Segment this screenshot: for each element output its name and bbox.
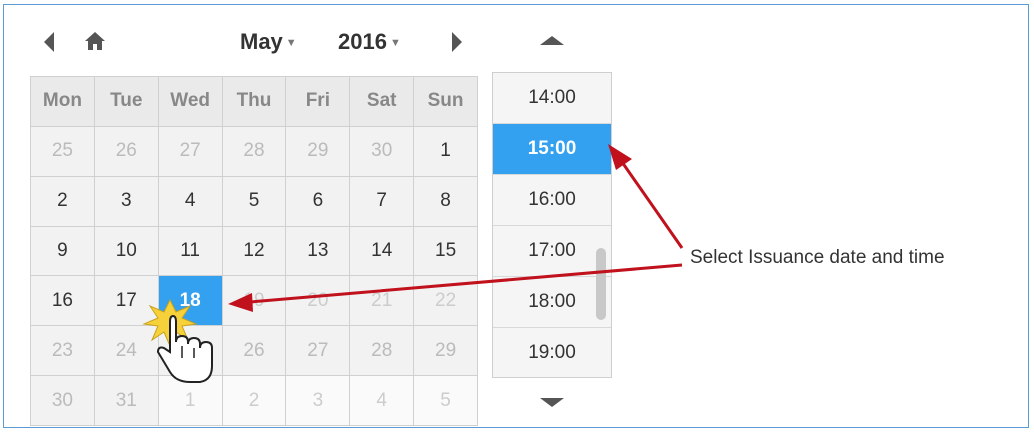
day-cell[interactable]: 25: [158, 326, 223, 377]
day-cell[interactable]: 29: [286, 126, 351, 177]
month-label: May: [240, 29, 283, 54]
day-cell[interactable]: 6: [286, 176, 351, 227]
month-selector[interactable]: May ▼: [240, 29, 297, 55]
time-list: 14:00 15:00 16:00 17:00 18:00 19:00: [492, 72, 612, 378]
day-cell[interactable]: 3: [94, 176, 159, 227]
day-cell[interactable]: 14: [350, 226, 415, 277]
day-cell[interactable]: 4: [350, 376, 415, 426]
weekday-header-mon: Mon: [31, 77, 95, 127]
day-cell[interactable]: 11: [158, 226, 223, 277]
day-cell[interactable]: 26: [94, 126, 159, 177]
chevron-down-icon: ▼: [285, 37, 297, 50]
day-cell[interactable]: 16: [31, 276, 95, 327]
year-label: 2016: [338, 29, 387, 54]
calendar-header: May ▼ 2016 ▼: [30, 28, 478, 60]
day-cell[interactable]: 8: [414, 176, 478, 227]
chevron-right-icon[interactable]: [452, 32, 462, 52]
day-cell[interactable]: 4: [158, 176, 223, 227]
day-cell[interactable]: 13: [286, 226, 351, 277]
day-cell[interactable]: 30: [31, 376, 95, 426]
day-cell[interactable]: 31: [94, 376, 159, 426]
time-slot[interactable]: 17:00: [493, 226, 611, 277]
chevron-left-icon[interactable]: [44, 32, 54, 52]
weekday-header-sat: Sat: [350, 77, 415, 127]
day-cell[interactable]: 27: [158, 126, 223, 177]
day-cell[interactable]: 1: [414, 126, 478, 177]
chevron-up-icon[interactable]: [540, 36, 564, 45]
day-cell-selected[interactable]: 18: [158, 276, 223, 327]
day-cell[interactable]: 5: [414, 376, 478, 426]
callout-text: Select Issuance date and time: [690, 247, 945, 268]
day-cell[interactable]: 15: [414, 226, 478, 277]
day-cell[interactable]: 23: [31, 326, 95, 377]
time-slot[interactable]: 18:00: [493, 277, 611, 328]
chevron-down-icon[interactable]: [540, 398, 564, 407]
time-slot[interactable]: 14:00: [493, 73, 611, 124]
time-slot-selected[interactable]: 15:00: [493, 124, 611, 175]
day-cell[interactable]: 20: [286, 276, 351, 327]
day-cell[interactable]: 1: [158, 376, 223, 426]
day-cell[interactable]: 27: [286, 326, 351, 377]
day-cell[interactable]: 21: [350, 276, 415, 327]
day-cell[interactable]: 12: [222, 226, 287, 277]
weekday-header-tue: Tue: [94, 77, 159, 127]
home-icon[interactable]: [84, 30, 106, 52]
calendar-grid: Mon Tue Wed Thu Fri Sat Sun 25 26 27 28 …: [30, 76, 478, 426]
time-slot[interactable]: 16:00: [493, 175, 611, 226]
day-cell[interactable]: 3: [286, 376, 351, 426]
day-cell[interactable]: 22: [414, 276, 478, 327]
day-cell[interactable]: 28: [222, 126, 287, 177]
day-cell[interactable]: 30: [350, 126, 415, 177]
day-cell[interactable]: 17: [94, 276, 159, 327]
day-cell[interactable]: 2: [222, 376, 287, 426]
chevron-down-icon: ▼: [389, 37, 401, 50]
weekday-header-wed: Wed: [158, 77, 223, 127]
year-selector[interactable]: 2016 ▼: [338, 29, 401, 55]
time-slot[interactable]: 19:00: [493, 328, 611, 377]
day-cell[interactable]: 25: [31, 126, 95, 177]
day-cell[interactable]: 26: [222, 326, 287, 377]
time-scrollbar[interactable]: [596, 248, 606, 320]
weekday-header-sun: Sun: [414, 77, 478, 127]
day-cell[interactable]: 29: [414, 326, 478, 377]
day-cell[interactable]: 19: [222, 276, 287, 327]
day-cell[interactable]: 10: [94, 226, 159, 277]
day-cell[interactable]: 9: [31, 226, 95, 277]
day-cell[interactable]: 24: [94, 326, 159, 377]
day-cell[interactable]: 2: [31, 176, 95, 227]
day-cell[interactable]: 28: [350, 326, 415, 377]
weekday-header-thu: Thu: [222, 77, 287, 127]
day-cell[interactable]: 7: [350, 176, 415, 227]
weekday-header-fri: Fri: [286, 77, 351, 127]
day-cell[interactable]: 5: [222, 176, 287, 227]
